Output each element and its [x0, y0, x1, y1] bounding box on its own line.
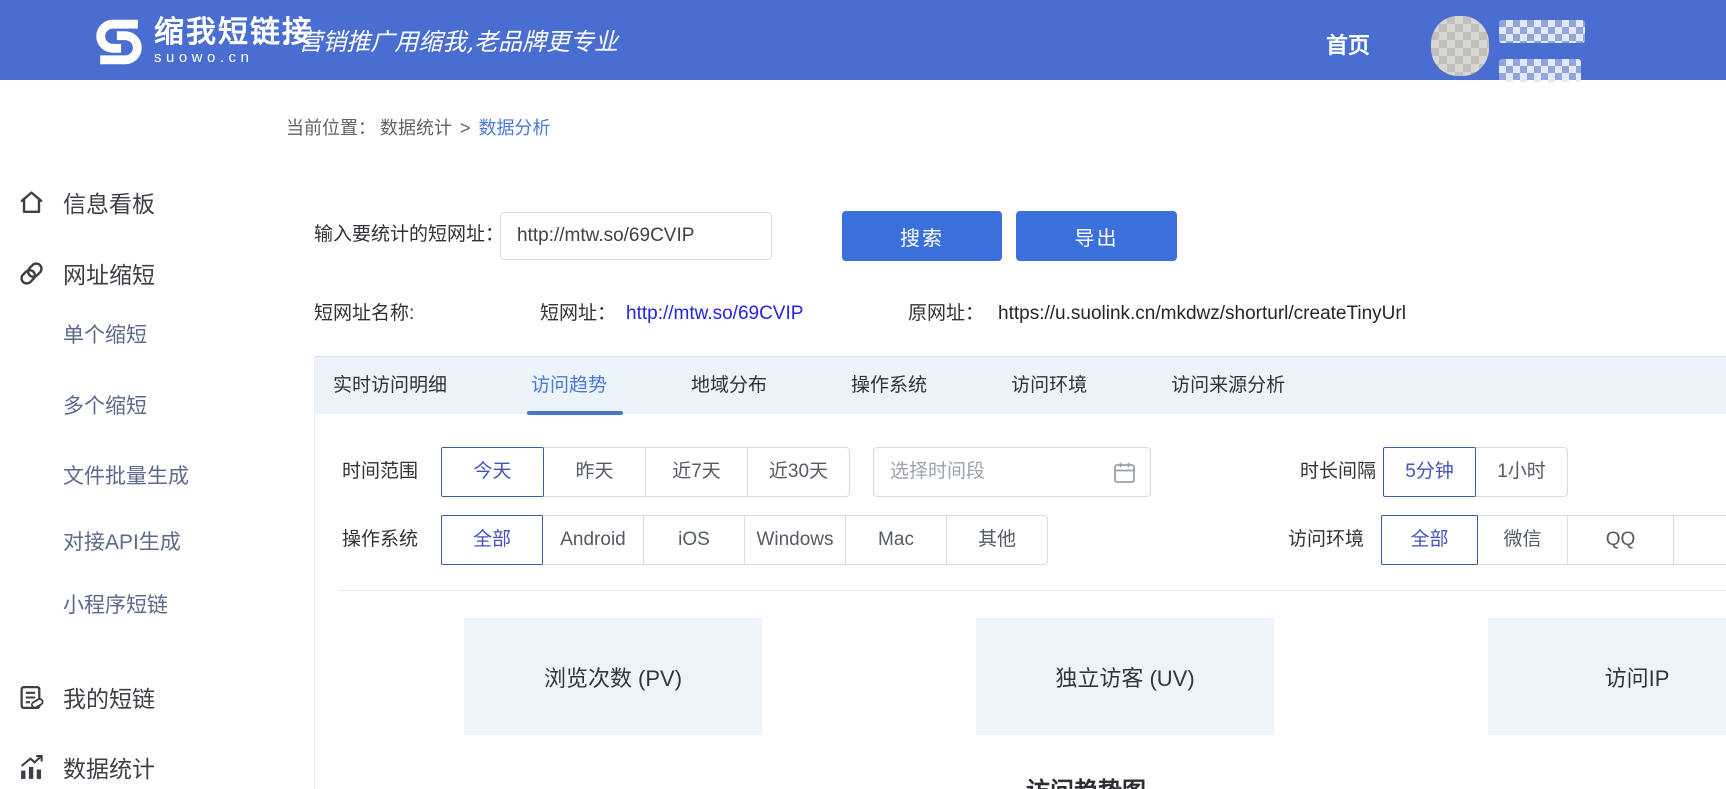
home-icon	[18, 189, 45, 216]
tab-operating-system[interactable]: 操作系统	[851, 357, 927, 415]
os-filter-group: 全部 Android iOS Windows Mac 其他	[441, 515, 1048, 565]
stat-card-ip: 访问IP	[1488, 618, 1726, 735]
env-option-qq[interactable]: QQ	[1567, 515, 1674, 565]
tab-region-distribution[interactable]: 地域分布	[691, 357, 767, 415]
time-range-option-30days[interactable]: 近30天	[747, 447, 850, 497]
os-option-android[interactable]: Android	[542, 515, 644, 565]
trend-chart-heading: 访问趋势图	[956, 771, 1216, 789]
os-option-other[interactable]: 其他	[946, 515, 1048, 565]
app-header: 缩我短链接 suowo.cn ·营销推广用缩我,老品牌更专业 首页	[0, 0, 1726, 80]
tab-bar: 实时访问明细 访问趋势 地域分布 操作系统 访问环境 访问来源分析	[315, 356, 1726, 414]
date-range-picker[interactable]	[873, 447, 1151, 497]
tab-visit-environment[interactable]: 访问环境	[1011, 357, 1087, 415]
time-range-group: 今天 昨天 近7天 近30天	[441, 447, 850, 497]
env-filter-group: 全部 微信 QQ	[1381, 515, 1726, 565]
breadcrumb-separator: >	[460, 118, 471, 138]
interval-label: 时长间隔	[1300, 447, 1376, 497]
os-option-all[interactable]: 全部	[441, 515, 543, 565]
breadcrumb-section[interactable]: 数据统计	[380, 118, 452, 138]
os-filter-label: 操作系统	[342, 515, 418, 565]
short-url-name-label: 短网址名称:	[314, 303, 414, 324]
breadcrumb-current[interactable]: 数据分析	[479, 118, 551, 138]
chart-icon	[18, 754, 45, 781]
calendar-icon	[1113, 461, 1136, 484]
tab-visit-source[interactable]: 访问来源分析	[1171, 357, 1285, 415]
tab-realtime-detail[interactable]: 实时访问明细	[333, 357, 447, 415]
origin-url-row: 原网址： https://u.suolink.cn/mkdwz/shorturl/…	[908, 303, 1406, 325]
short-url-label: 短网址：	[540, 303, 616, 324]
tab-visit-trend[interactable]: 访问趋势	[531, 357, 607, 415]
user-name-blurred-line1[interactable]	[1499, 20, 1585, 43]
brand-logo-icon	[96, 19, 142, 65]
doc-icon	[18, 684, 45, 711]
os-option-ios[interactable]: iOS	[643, 515, 745, 565]
stat-card-pv: 浏览次数 (PV)	[464, 618, 762, 735]
user-name-blurred-line2	[1499, 59, 1581, 82]
breadcrumb-prefix: 当前位置：	[286, 118, 376, 138]
env-option-all[interactable]: 全部	[1381, 515, 1478, 565]
time-range-option-yesterday[interactable]: 昨天	[543, 447, 646, 497]
export-button[interactable]: 导出	[1016, 211, 1177, 261]
origin-url-label: 原网址：	[908, 303, 984, 324]
short-url-row: 短网址： http://mtw.so/69CVIP	[540, 303, 803, 325]
date-range-input[interactable]	[890, 448, 1100, 496]
env-option-wechat[interactable]: 微信	[1477, 515, 1568, 565]
section-divider	[339, 590, 1726, 591]
page: 缩我短链接 suowo.cn ·营销推广用缩我,老品牌更专业 首页 当前位置：数…	[0, 0, 1726, 789]
os-option-windows[interactable]: Windows	[744, 515, 846, 565]
slogan-dot: ·	[282, 27, 290, 56]
statistics-panel: 实时访问明细 访问趋势 地域分布 操作系统 访问环境 访问来源分析 时间范围 今…	[314, 356, 1726, 789]
short-url-link[interactable]: http://mtw.so/69CVIP	[626, 303, 803, 324]
os-option-mac[interactable]: Mac	[845, 515, 947, 565]
short-url-name-row: 短网址名称:	[314, 303, 414, 325]
env-option-partial[interactable]	[1673, 515, 1726, 565]
time-range-option-today[interactable]: 今天	[441, 447, 544, 497]
slogan-text: 营销推广用缩我,老品牌更专业	[298, 28, 618, 56]
user-avatar[interactable]	[1431, 16, 1489, 76]
env-filter-label: 访问环境	[1288, 515, 1364, 565]
breadcrumb: 当前位置：数据统计 > 数据分析	[286, 114, 551, 140]
time-range-option-7days[interactable]: 近7天	[645, 447, 748, 497]
nav-home-link[interactable]: 首页	[1326, 28, 1370, 60]
interval-group: 5分钟 1小时	[1383, 447, 1568, 497]
search-button[interactable]: 搜索	[842, 211, 1002, 261]
time-range-label: 时间范围	[342, 447, 418, 497]
link-icon	[18, 260, 45, 287]
short-url-input-label: 输入要统计的短网址：	[314, 210, 504, 260]
interval-option-5min[interactable]: 5分钟	[1383, 447, 1476, 497]
interval-option-1hour[interactable]: 1小时	[1475, 447, 1568, 497]
origin-url-value: https://u.suolink.cn/mkdwz/shorturl/crea…	[998, 303, 1406, 324]
short-url-input[interactable]	[500, 212, 772, 260]
brand-slogan: · 营销推广用缩我,老品牌更专业	[282, 22, 618, 57]
stat-card-uv: 独立访客 (UV)	[976, 618, 1274, 735]
